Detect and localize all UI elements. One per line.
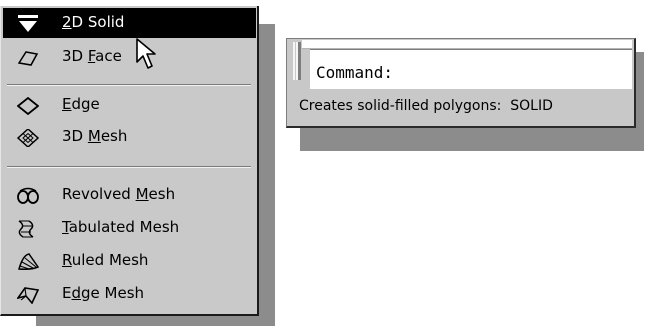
menu-item-tabulated-mesh[interactable]: Tabulated Mesh: [3, 213, 256, 243]
menu-item-3d-face[interactable]: 3D Face: [3, 42, 256, 72]
menu-item-edge-mesh[interactable]: Edge Mesh: [3, 279, 256, 309]
command-window: Command: Creates solid-filled polygons: …: [286, 38, 636, 128]
command-history-line: [302, 40, 632, 49]
menu-item-2d-solid[interactable]: 2D Solid: [3, 8, 256, 38]
status-bar-text: Creates solid-filled polygons: SOLID: [299, 98, 553, 114]
menu-separator: [7, 84, 251, 86]
command-line-input[interactable]: Command:: [310, 49, 632, 89]
edge-mesh-icon: [17, 287, 39, 304]
menu-separator: [7, 166, 251, 168]
menu-item-ruled-mesh[interactable]: Ruled Mesh: [3, 246, 256, 276]
3d-mesh-icon: [17, 129, 39, 147]
menu-item-3d-mesh[interactable]: 3D Mesh: [3, 122, 256, 152]
ruled-mesh-icon: [18, 253, 39, 270]
drag-grip-handle[interactable]: [293, 42, 301, 80]
revolved-mesh-icon: [17, 187, 39, 204]
edge-icon: [17, 97, 39, 115]
3d-face-icon: [17, 51, 39, 66]
draw-surfaces-menu: 2D Solid 3D Face Edge 3D Mesh Revolved M…: [0, 6, 259, 316]
2d-solid-icon: [18, 15, 38, 32]
menu-item-edge[interactable]: Edge: [3, 90, 256, 120]
mouse-pointer-icon: [136, 38, 156, 69]
tabulated-mesh-icon: [18, 220, 34, 238]
command-prompt: Command:: [316, 63, 394, 82]
menu-item-revolved-mesh[interactable]: Revolved Mesh: [3, 180, 256, 210]
